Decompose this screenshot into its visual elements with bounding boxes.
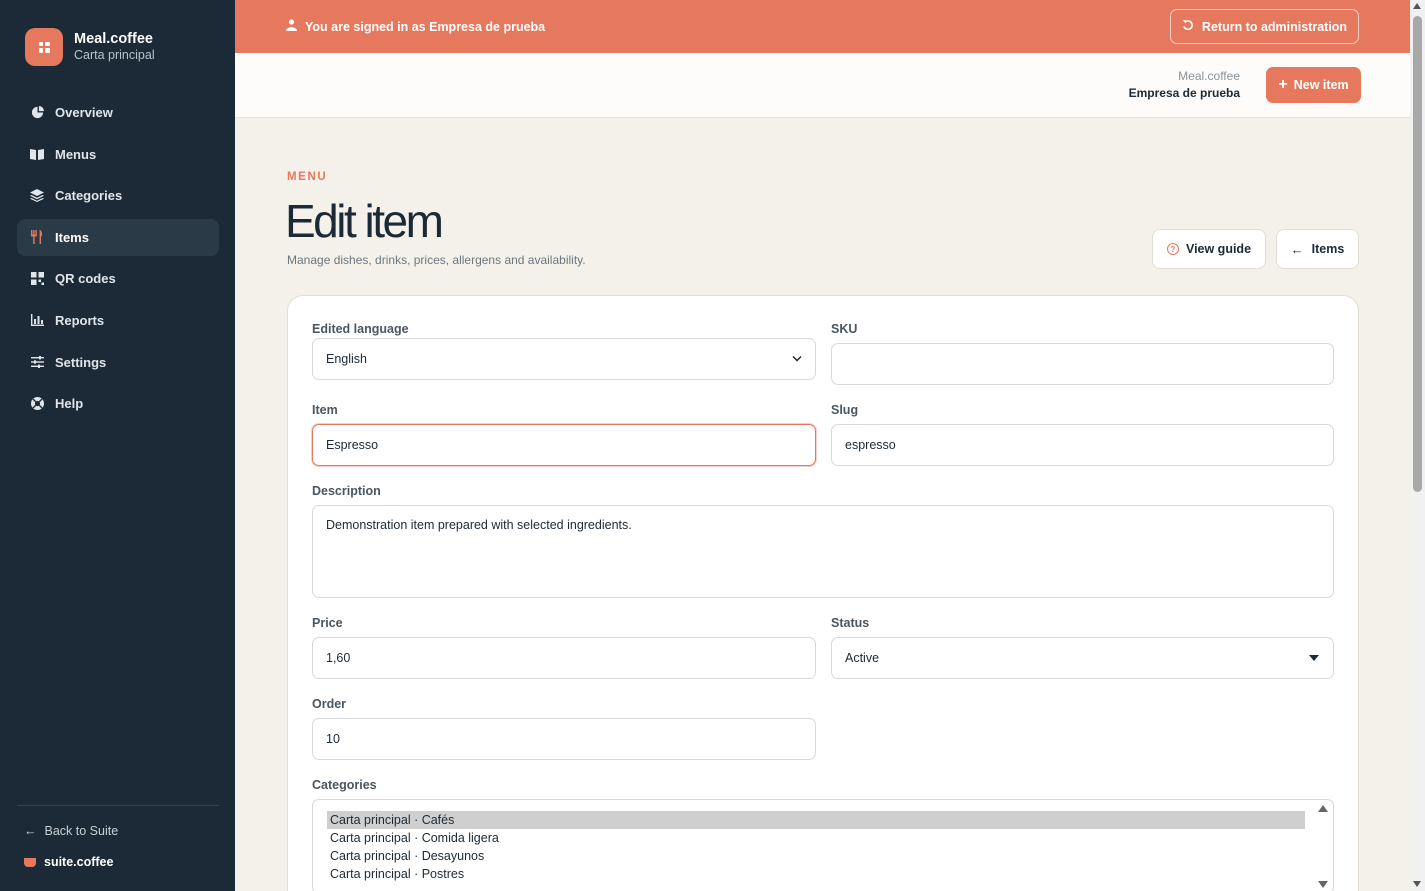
scroll-down-arrow-icon[interactable] xyxy=(1413,881,1421,887)
slug-input[interactable]: espresso xyxy=(831,424,1334,466)
categories-multiselect[interactable]: Carta principal · Cafés Carta principal … xyxy=(312,799,1334,891)
return-label: Return to administration xyxy=(1201,19,1348,34)
categories-scrollbar[interactable] xyxy=(1315,800,1333,891)
pie-chart-icon xyxy=(30,106,44,120)
back-to-items-button[interactable]: ← Items xyxy=(1276,229,1359,269)
org-company: Empresa de prueba xyxy=(1128,86,1240,100)
new-item-label: New item xyxy=(1293,78,1349,92)
undo-icon xyxy=(1182,19,1194,34)
scroll-up-arrow-icon[interactable] xyxy=(1413,3,1421,9)
sidebar-item-label: Reports xyxy=(55,312,105,328)
return-to-administration-button[interactable]: Return to administration xyxy=(1170,9,1359,44)
grid-logo-icon xyxy=(25,28,63,66)
sidebar-item-label: Overview xyxy=(55,105,113,120)
description-textarea[interactable]: Demonstration item prepared with selecte… xyxy=(312,505,1334,598)
arrow-left-icon: ← xyxy=(24,824,37,838)
status-label: Status xyxy=(831,616,870,630)
category-option[interactable]: Carta principal · Comida ligera xyxy=(327,829,1305,847)
coffee-cup-icon xyxy=(24,857,36,867)
price-label: Price xyxy=(312,616,343,630)
scroll-down-arrow-icon[interactable] xyxy=(1318,881,1328,888)
lifebuoy-icon xyxy=(30,397,44,411)
item-name-input[interactable]: Espresso xyxy=(312,424,816,466)
back-to-suite-label: Back to Suite xyxy=(44,824,119,838)
banner-message: You are signed in as Empresa de prueba xyxy=(286,19,545,34)
description-label: Description xyxy=(312,484,381,498)
page-title: Edit item xyxy=(285,195,444,247)
language-label: Edited language xyxy=(312,322,409,336)
sliders-icon xyxy=(30,355,44,369)
caret-down-icon xyxy=(1309,655,1319,661)
item-label: Item xyxy=(312,403,338,417)
view-guide-label: View guide xyxy=(1185,242,1252,256)
brand-name: Meal.coffee xyxy=(74,31,153,47)
sidebar-item-menus[interactable]: Menus xyxy=(17,136,219,173)
question-icon: ? xyxy=(1166,243,1179,255)
sidebar-item-qr-codes[interactable]: QR codes xyxy=(17,260,219,297)
sidebar-item-label: Menus xyxy=(55,146,97,162)
sidebar-item-items[interactable]: Items xyxy=(17,218,219,256)
impersonation-banner: You are signed in as Empresa de prueba R… xyxy=(235,0,1410,53)
page-scrollbar[interactable] xyxy=(1410,0,1425,891)
org-brand: Meal.coffee xyxy=(1178,69,1240,83)
organization-info: Meal.coffee Empresa de prueba xyxy=(1129,68,1240,102)
sidebar-item-label: Items xyxy=(55,229,89,245)
sku-label: SKU xyxy=(831,322,858,336)
user-icon xyxy=(286,19,297,34)
chart-icon xyxy=(30,313,44,327)
view-guide-button[interactable]: ? View guide xyxy=(1152,229,1266,269)
sidebar-item-label: QR codes xyxy=(55,271,116,287)
sidebar-nav: Overview Menus Categories Items QR codes xyxy=(17,94,219,427)
page-eyebrow: MENU xyxy=(287,171,328,183)
sidebar-item-categories[interactable]: Categories xyxy=(17,177,219,214)
sidebar-item-overview[interactable]: Overview xyxy=(17,94,219,131)
edit-item-form: Edited language English SKU Item Espress… xyxy=(287,295,1359,891)
chevron-down-icon xyxy=(792,354,802,365)
top-header: Meal.coffee Empresa de prueba + New item xyxy=(235,53,1410,118)
back-to-suite-link[interactable]: ← Back to Suite xyxy=(24,824,118,838)
new-item-button[interactable]: + New item xyxy=(1266,67,1361,103)
category-option[interactable]: Carta principal · Desayunos xyxy=(327,847,1305,865)
sidebar-item-help[interactable]: Help xyxy=(17,385,219,422)
sidebar: Meal.coffee Carta principal Overview Men… xyxy=(0,0,235,891)
utensils-icon xyxy=(30,230,44,245)
qr-icon xyxy=(30,272,44,286)
banner-text: You are signed in as Empresa de prueba xyxy=(305,19,546,34)
items-label: Items xyxy=(1311,242,1345,256)
arrow-left-icon: ← xyxy=(1290,241,1304,257)
sidebar-item-label: Help xyxy=(55,396,84,412)
language-value: English xyxy=(326,352,367,366)
sku-input[interactable] xyxy=(831,343,1334,385)
category-option[interactable]: Carta principal · Postres xyxy=(327,865,1305,883)
book-icon xyxy=(30,147,44,161)
order-input[interactable]: 10 xyxy=(312,718,816,760)
sidebar-item-reports[interactable]: Reports xyxy=(17,302,219,339)
suite-brand-link[interactable]: suite.coffee xyxy=(24,855,113,869)
layers-icon xyxy=(30,189,44,203)
slug-label: Slug xyxy=(831,403,859,417)
order-label: Order xyxy=(312,697,347,711)
status-select[interactable]: Active xyxy=(831,637,1334,679)
sidebar-item-label: Settings xyxy=(55,354,107,370)
suite-brand-label: suite.coffee xyxy=(44,855,114,869)
language-select[interactable]: English xyxy=(312,338,816,380)
sidebar-divider xyxy=(17,805,219,806)
sidebar-item-label: Categories xyxy=(55,188,123,204)
category-option[interactable]: Carta principal · Cafés xyxy=(327,811,1305,829)
page-subtitle: Manage dishes, drinks, prices, allergens… xyxy=(287,253,586,267)
brand-subtitle: Carta principal xyxy=(74,48,155,62)
status-value: Active xyxy=(845,651,880,665)
sidebar-item-settings[interactable]: Settings xyxy=(17,344,219,381)
categories-label: Categories xyxy=(312,778,377,792)
scroll-up-arrow-icon[interactable] xyxy=(1318,805,1328,812)
scrollbar-thumb[interactable] xyxy=(1413,16,1422,492)
price-input[interactable]: 1,60 xyxy=(312,637,816,679)
plus-icon: + xyxy=(1278,76,1288,93)
brand[interactable]: Meal.coffee Carta principal xyxy=(25,28,155,66)
